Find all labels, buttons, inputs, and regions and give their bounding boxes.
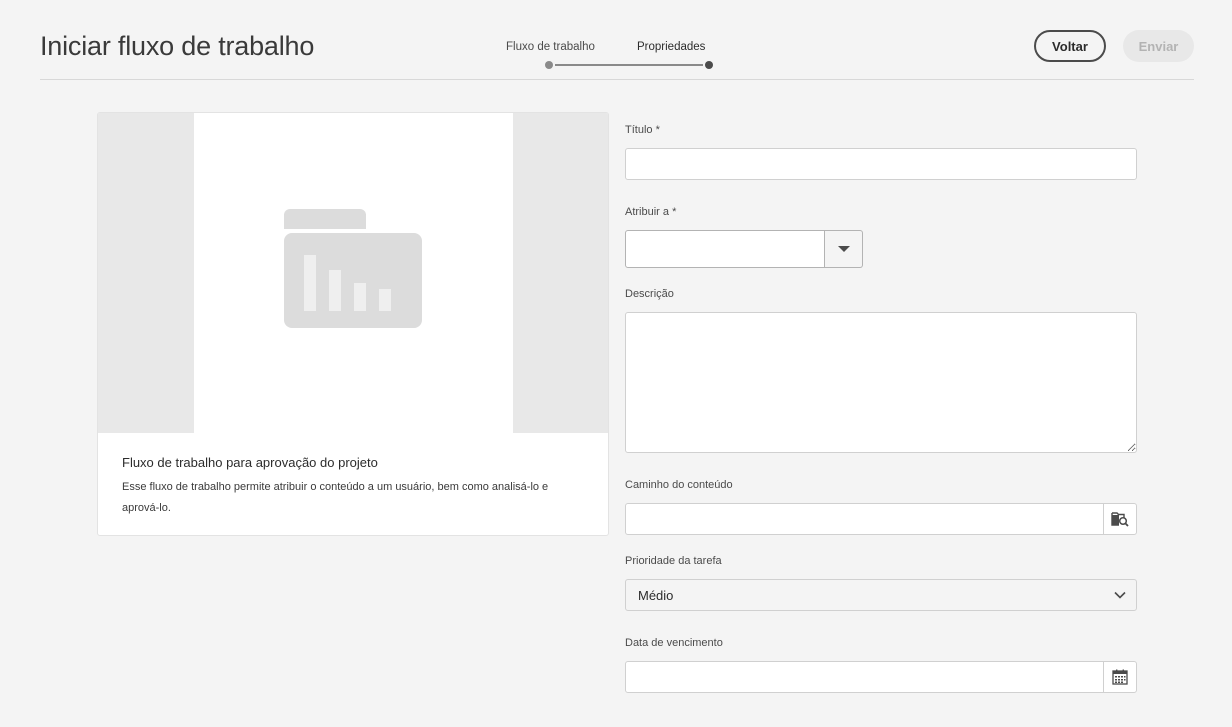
folder-chart-icon [284, 209, 422, 328]
submit-button[interactable]: Enviar [1123, 30, 1194, 62]
stepper-line [555, 64, 703, 66]
step-workflow-label[interactable]: Fluxo de trabalho [506, 41, 595, 53]
assign-label: Atribuir a * [625, 206, 677, 218]
priority-label: Prioridade da tarefa [625, 555, 722, 567]
title-label: Título * [625, 124, 660, 136]
due-date-label: Data de vencimento [625, 637, 723, 649]
card-thumbnail [98, 113, 608, 433]
caret-down-icon [837, 246, 850, 252]
content-path-input[interactable] [625, 503, 1104, 535]
priority-select[interactable]: Médio [625, 579, 1137, 611]
chevron-down-icon [1114, 591, 1126, 599]
page-title: Iniciar fluxo de trabalho [40, 31, 315, 61]
workflow-card: Fluxo de trabalho para aprovação do proj… [97, 112, 609, 536]
assign-input[interactable] [625, 230, 825, 268]
assign-dropdown-button[interactable] [825, 230, 863, 268]
card-description: Esse fluxo de trabalho permite atribuir … [122, 481, 549, 514]
title-input[interactable] [625, 148, 1137, 180]
wizard-stepper: Fluxo de trabalho Propriedades [498, 38, 718, 74]
folder-search-icon [1111, 512, 1129, 527]
step-workflow-dot[interactable] [545, 61, 553, 69]
content-path-label: Caminho do conteúdo [625, 479, 733, 491]
priority-selected-value: Médio [638, 588, 674, 603]
description-textarea[interactable] [625, 312, 1137, 453]
due-date-picker-button[interactable] [1103, 661, 1137, 693]
description-label: Descrição [625, 288, 674, 300]
calendar-icon [1112, 669, 1128, 685]
step-properties-label: Propriedades [637, 41, 706, 53]
back-button[interactable]: Voltar [1034, 30, 1106, 62]
due-date-input[interactable] [625, 661, 1104, 693]
content-path-browse-button[interactable] [1103, 503, 1137, 535]
card-title: Fluxo de trabalho para aprovação do proj… [122, 455, 378, 470]
header: Iniciar fluxo de trabalho Fluxo de traba… [40, 0, 1194, 80]
step-properties-dot [705, 61, 713, 69]
